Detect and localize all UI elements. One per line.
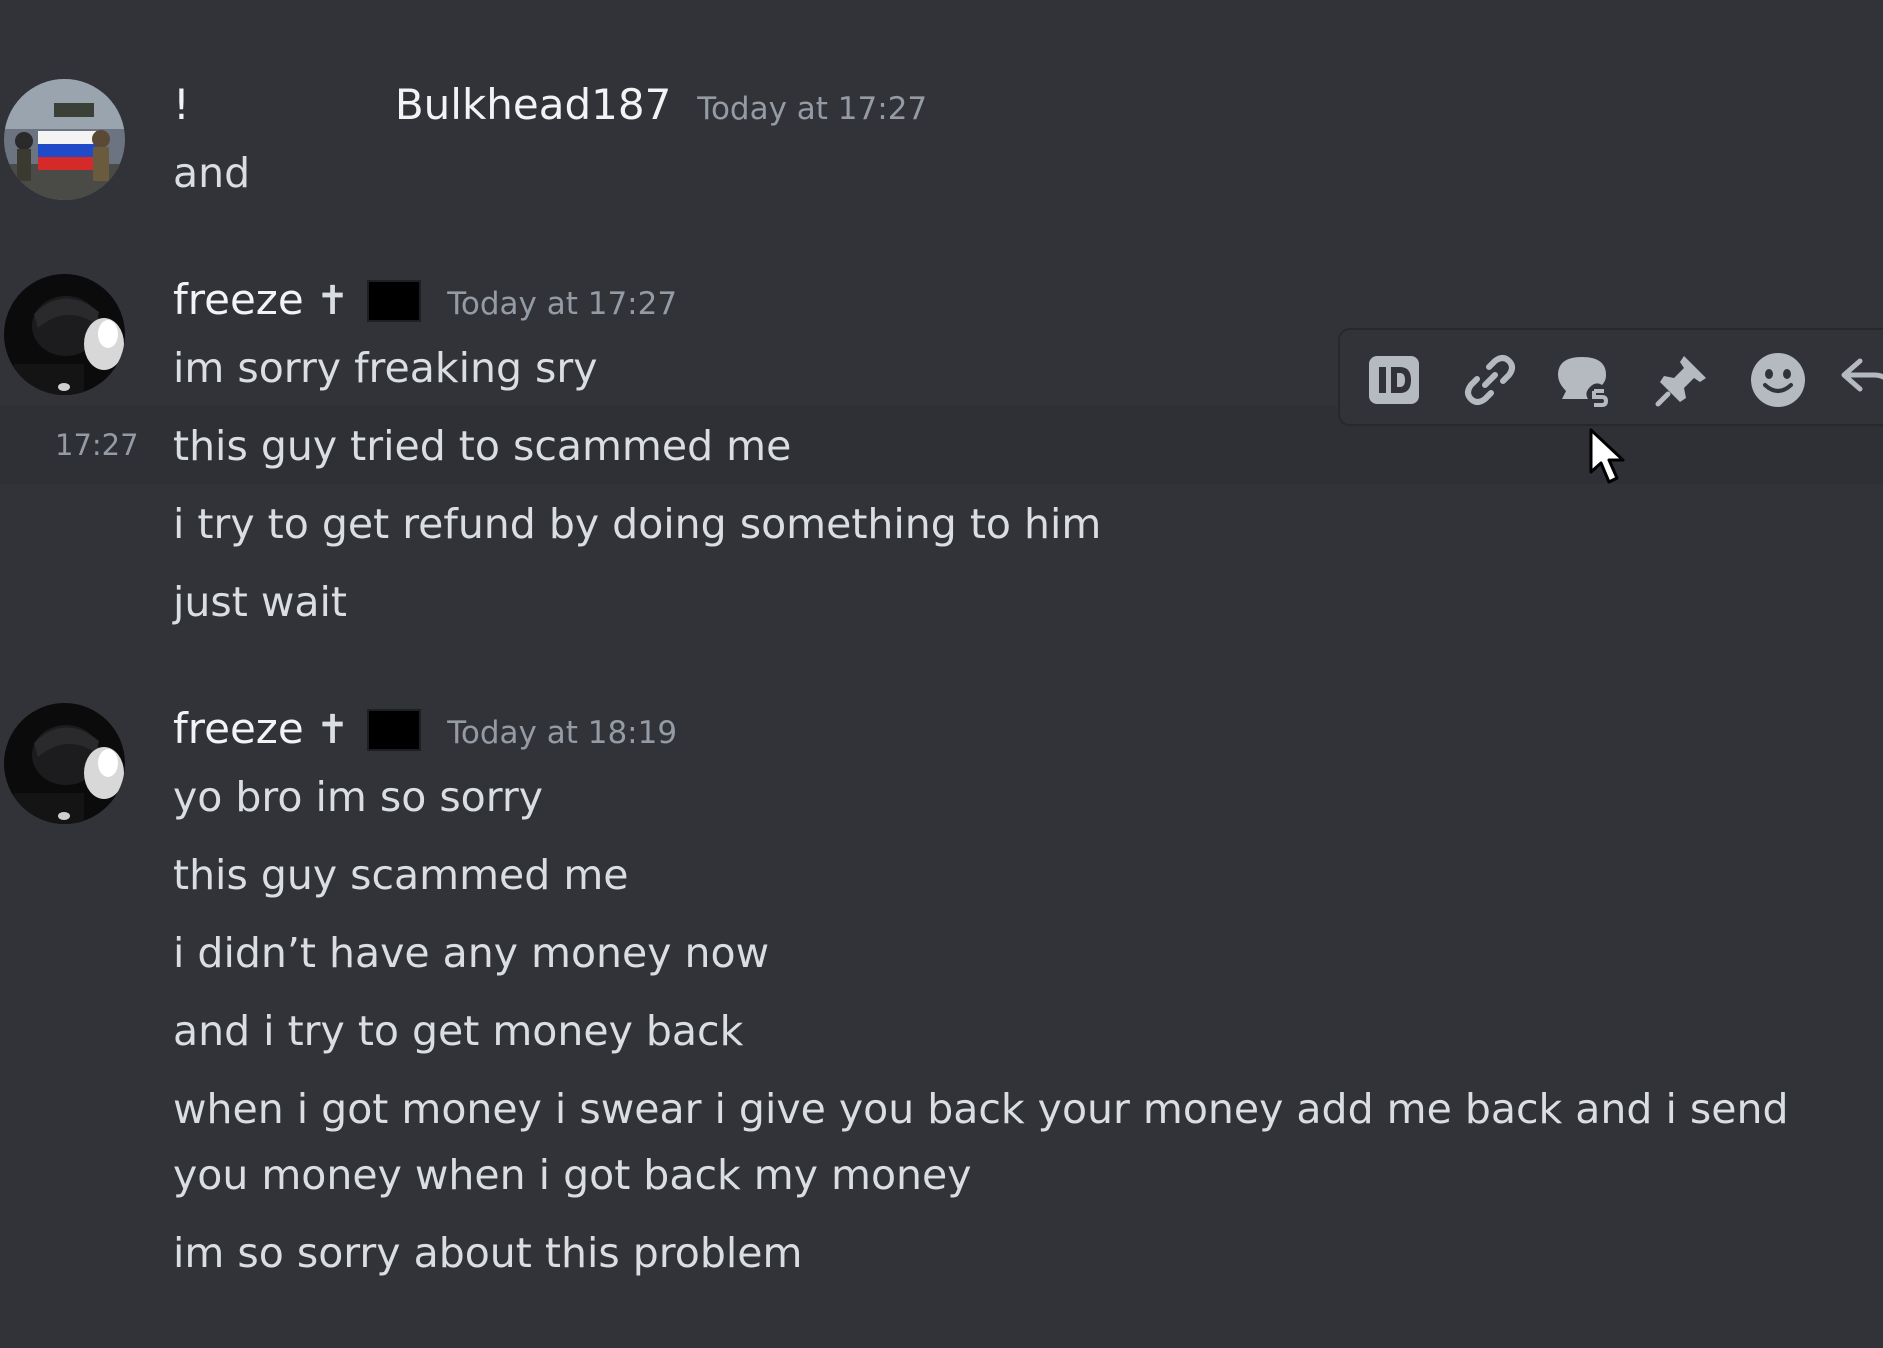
username-freeze[interactable]: freeze	[173, 704, 304, 753]
cross-badge-icon: ✝	[315, 278, 350, 324]
message-text: and i try to get money back	[173, 1007, 744, 1055]
message-timestamp[interactable]: Today at 18:19	[447, 715, 677, 751]
message-text: yo bro im so sorry	[173, 773, 544, 821]
username-freeze[interactable]: freeze	[173, 275, 304, 324]
mouse-cursor-icon	[1588, 428, 1628, 490]
id-icon	[1369, 356, 1419, 404]
message-text: and	[173, 149, 251, 197]
avatar-bulkhead187[interactable]	[4, 79, 125, 200]
hover-timestamp[interactable]: 17:27	[55, 428, 139, 462]
username-bulkhead187[interactable]: Bulkhead187	[395, 80, 671, 129]
message-text: this guy scammed me	[173, 851, 629, 899]
message-text: when i got money i swear i give you back…	[173, 1085, 1789, 1199]
message-header-freeze: freeze ✝ Today at 18:19	[173, 704, 677, 756]
message-timestamp[interactable]: Today at 17:27	[697, 91, 927, 127]
copy-id-button[interactable]	[1364, 350, 1424, 410]
link-icon	[1465, 355, 1515, 405]
avatar-freeze[interactable]	[4, 274, 125, 395]
create-thread-button[interactable]	[1556, 350, 1616, 410]
avatar-freeze[interactable]	[4, 703, 125, 824]
message-header-bulkhead187: ! Bulkhead187 Today at 17:27	[173, 80, 927, 132]
pin-icon	[1655, 356, 1706, 407]
add-reaction-button[interactable]	[1748, 350, 1808, 410]
message-text: just wait	[173, 578, 347, 626]
reply-icon	[1841, 358, 1883, 392]
message-text: im so sorry about this problem	[173, 1229, 803, 1277]
message-text: i didn’t have any money now	[173, 929, 770, 977]
pin-message-button[interactable]	[1652, 350, 1712, 410]
message-text: this guy tried to scammed me	[173, 422, 792, 470]
chat-messages: ! Bulkhead187 Today at 17:27 and 17:27 f…	[0, 0, 1883, 1348]
message-text: i try to get refund by doing something t…	[173, 500, 1102, 548]
message-actions-toolbar	[1338, 328, 1883, 426]
emoji-icon	[1751, 353, 1805, 407]
username-prefix[interactable]: !	[173, 80, 190, 129]
role-badge-icon[interactable]	[367, 280, 422, 322]
thread-icon	[1558, 357, 1612, 409]
role-badge-icon[interactable]	[367, 709, 422, 751]
message-timestamp[interactable]: Today at 17:27	[447, 286, 677, 322]
copy-link-button[interactable]	[1460, 350, 1520, 410]
reply-button[interactable]	[1836, 350, 1883, 410]
message-text: im sorry freaking sry	[173, 344, 598, 392]
message-header-freeze: freeze ✝ Today at 17:27	[173, 275, 677, 327]
cross-badge-icon: ✝	[315, 707, 350, 753]
